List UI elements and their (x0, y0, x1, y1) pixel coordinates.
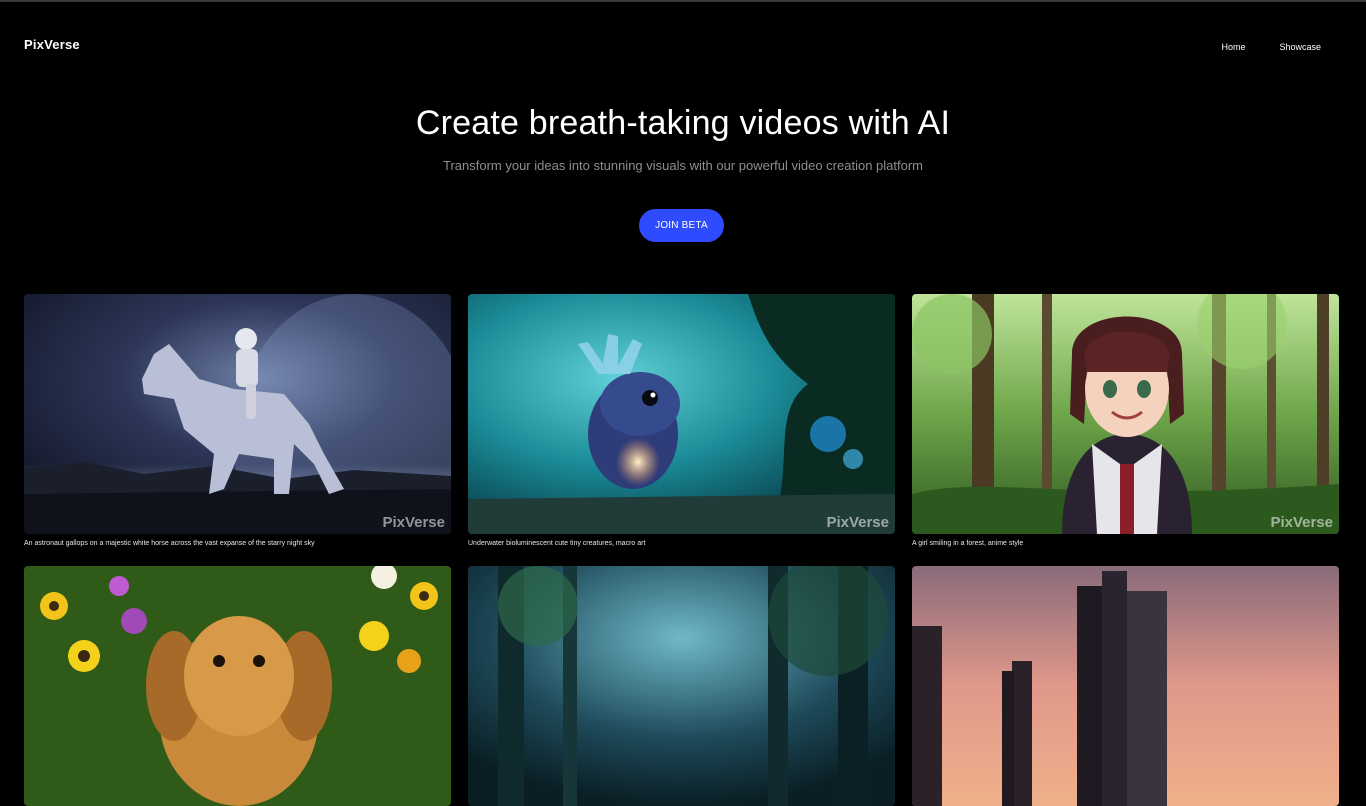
video-thumbnail-anime-girl[interactable]: PixVerse (912, 294, 1339, 534)
video-thumbnail-city[interactable] (912, 566, 1339, 806)
card-caption: An astronaut gallops on a majestic white… (24, 540, 315, 547)
gallery-card[interactable] (468, 566, 895, 806)
watermark: PixVerse (1270, 514, 1333, 531)
nav-home-link[interactable]: Home (1221, 42, 1245, 52)
gallery-card[interactable]: PixVerse Underwater bioluminescent cute … (468, 294, 895, 547)
video-thumbnail-puppy[interactable] (24, 566, 451, 806)
video-thumbnail-astronaut[interactable]: PixVerse (24, 294, 451, 534)
card-caption: A girl smiling in a forest, anime style (912, 540, 1024, 547)
video-thumbnail-underwater[interactable]: PixVerse (468, 294, 895, 534)
video-thumbnail-forest[interactable] (468, 566, 895, 806)
nav-showcase-link[interactable]: Showcase (1279, 42, 1321, 52)
underwater-creature-image (468, 294, 895, 534)
city-sunset-image (912, 566, 1339, 806)
join-beta-button[interactable]: JOIN BETA (639, 209, 724, 242)
logo[interactable]: PixVerse (24, 37, 80, 52)
main-nav: Home Showcase (1221, 42, 1321, 52)
gallery-card[interactable] (912, 566, 1339, 806)
card-caption: Underwater bioluminescent cute tiny crea… (468, 540, 646, 547)
watermark: PixVerse (382, 514, 445, 531)
astronaut-horse-image (24, 294, 451, 534)
gallery-card[interactable]: PixVerse A girl smiling in a forest, ani… (912, 294, 1339, 547)
gallery-card[interactable] (24, 566, 451, 806)
puppy-flowers-image (24, 566, 451, 806)
watermark: PixVerse (826, 514, 889, 531)
hero-title: Create breath-taking videos with AI (415, 104, 951, 142)
anime-girl-forest-image (912, 294, 1339, 534)
site-header: PixVerse Home Showcase (0, 0, 1366, 90)
misty-forest-image (468, 566, 895, 806)
gallery-card[interactable]: PixVerse An astronaut gallops on a majes… (24, 294, 451, 547)
hero-subtitle: Transform your ideas into stunning visua… (442, 158, 924, 173)
